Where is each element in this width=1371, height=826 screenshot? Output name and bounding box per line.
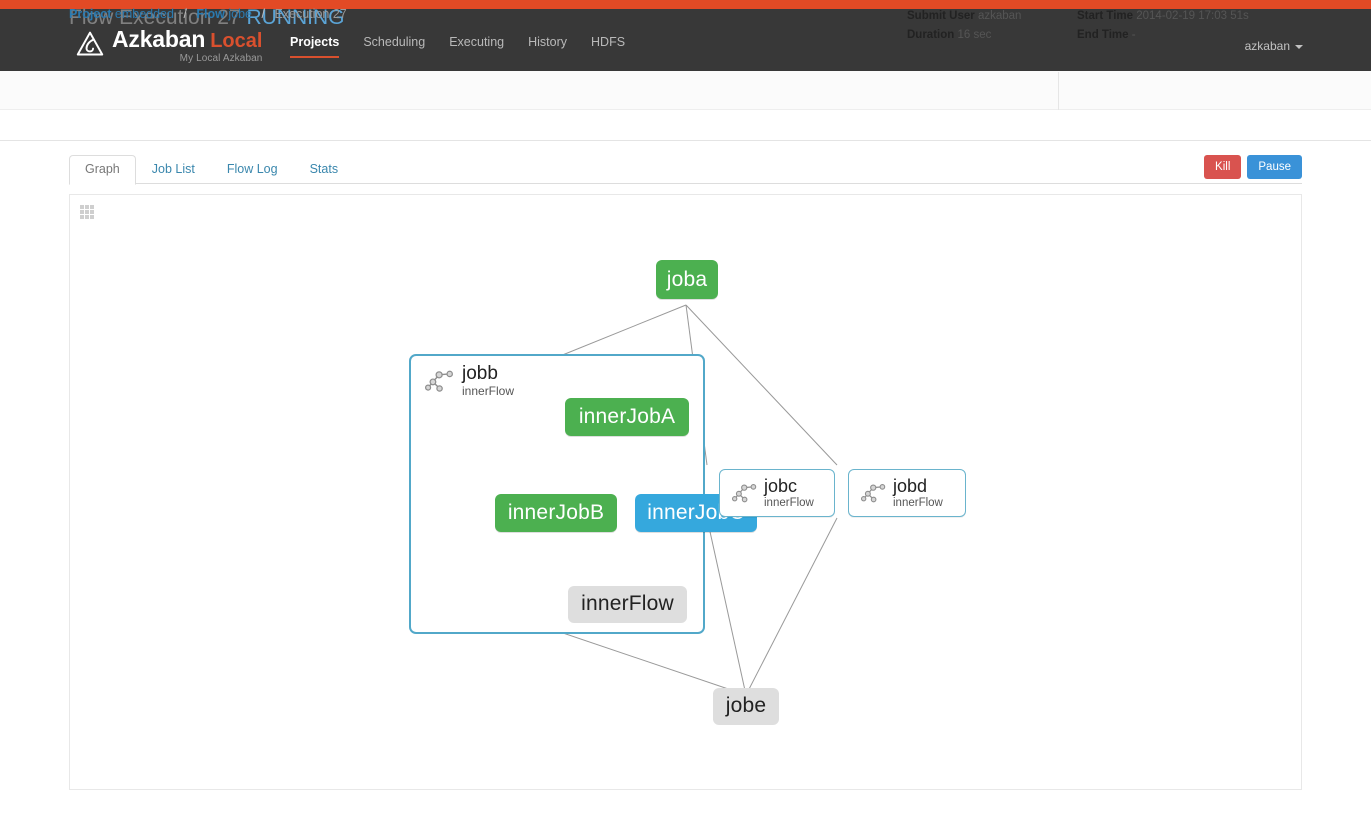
duration-label: Duration bbox=[907, 29, 955, 41]
nav-link-projects[interactable]: Projects bbox=[290, 35, 340, 58]
breadcrumb-separator-1: / bbox=[183, 7, 187, 21]
duration-row: Duration 16 sec bbox=[907, 26, 1021, 45]
graph-flow-jobc[interactable]: jobc innerFlow bbox=[719, 469, 835, 517]
graph-node-joba-label: joba bbox=[666, 267, 708, 291]
graph-panel: joba jobb innerFlow innerJobA innerJobB … bbox=[69, 194, 1302, 790]
pause-button[interactable]: Pause bbox=[1247, 155, 1302, 179]
breadcrumb-flow-label: Flow bbox=[196, 7, 225, 21]
end-time-value: - bbox=[1131, 29, 1136, 41]
nav-link-hdfs[interactable]: HDFS bbox=[591, 35, 625, 58]
tabs: Graph Job List Flow Log Stats bbox=[69, 155, 1302, 185]
graph-node-jobe-label: jobe bbox=[725, 694, 767, 717]
brand-tagline: My Local Azkaban bbox=[179, 53, 263, 64]
nav-link-scheduling[interactable]: Scheduling bbox=[363, 35, 425, 58]
graph-canvas[interactable]: joba jobb innerFlow innerJobA innerJobB … bbox=[70, 195, 1303, 791]
nav-link-history[interactable]: History bbox=[528, 35, 567, 58]
action-buttons: Kill Pause bbox=[1204, 155, 1302, 179]
user-menu-label: azkaban bbox=[1244, 39, 1290, 53]
submit-user-value: azkaban bbox=[977, 10, 1022, 22]
execution-meta-right: Start Time 2014-02-19 17:03 51s End Time… bbox=[1077, 7, 1249, 45]
nav-links: Projects Scheduling Executing History HD… bbox=[290, 35, 625, 58]
duration-value: 16 sec bbox=[957, 29, 992, 41]
flow-tree-icon bbox=[425, 370, 453, 392]
execution-header bbox=[0, 71, 1371, 110]
brand-local: Local bbox=[210, 30, 263, 52]
page-root: Azkaban Local My Local Azkaban Projects S… bbox=[0, 0, 1371, 826]
graph-flow-jobb-sublabel: innerFlow bbox=[462, 383, 515, 398]
tab-bar: Graph Job List Flow Log Stats bbox=[69, 155, 1302, 185]
end-time-row: End Time - bbox=[1077, 26, 1249, 45]
breadcrumb-flow-link[interactable]: Flow jobe bbox=[196, 7, 252, 21]
graph-node-innerJobA[interactable]: innerJobA bbox=[565, 398, 689, 436]
chevron-down-icon bbox=[1295, 44, 1303, 49]
flow-tree-icon bbox=[861, 484, 886, 503]
tab-job-list[interactable]: Job List bbox=[136, 155, 211, 185]
flow-tree-icon bbox=[732, 484, 757, 503]
azkaban-triangle-logo-icon bbox=[76, 31, 104, 56]
graph-flow-jobc-sublabel: innerFlow bbox=[764, 496, 814, 509]
tab-flow-log[interactable]: Flow Log bbox=[211, 155, 294, 185]
breadcrumb-project-label: Project bbox=[69, 7, 112, 21]
graph-node-innerJobA-label: innerJobA bbox=[578, 405, 676, 428]
nav-link-executing[interactable]: Executing bbox=[449, 35, 504, 58]
end-time-label: End Time bbox=[1077, 29, 1129, 41]
graph-node-joba[interactable]: joba bbox=[656, 260, 718, 299]
graph-flow-jobb[interactable]: jobb innerFlow innerJobA innerJobB inner… bbox=[409, 354, 757, 634]
graph-flow-jobb-name: jobb bbox=[462, 363, 498, 384]
start-time-row: Start Time 2014-02-19 17:03 51s bbox=[1077, 7, 1249, 26]
breadcrumb-flow-name: jobe bbox=[228, 7, 252, 21]
start-time-value: 2014-02-19 17:03 51s bbox=[1136, 10, 1249, 22]
graph-flow-jobd-name: jobd bbox=[893, 476, 928, 497]
graph-flow-jobb-header: jobb innerFlow bbox=[425, 364, 514, 398]
execution-meta-left: Submit User azkaban Duration 16 sec bbox=[907, 7, 1021, 45]
kill-button[interactable]: Kill bbox=[1204, 155, 1242, 179]
breadcrumb-current: Execution 27 bbox=[274, 7, 347, 21]
graph-node-innerFlow-label: innerFlow bbox=[581, 592, 674, 615]
graph-node-jobe[interactable]: jobe bbox=[713, 688, 779, 724]
tab-graph[interactable]: Graph bbox=[69, 155, 136, 185]
graph-flow-jobd-sublabel: innerFlow bbox=[893, 496, 943, 509]
graph-flow-jobd[interactable]: jobd innerFlow bbox=[848, 469, 966, 517]
graph-node-innerJobB-label: innerJobB bbox=[507, 501, 605, 524]
breadcrumb-project-name: embedded bbox=[114, 7, 174, 21]
breadcrumb-project-link[interactable]: Project embedded bbox=[69, 7, 174, 21]
graph-node-innerFlow[interactable]: innerFlow bbox=[568, 586, 687, 622]
submit-user-row: Submit User azkaban bbox=[907, 7, 1021, 26]
breadcrumb-bar bbox=[0, 110, 1371, 141]
graph-node-innerJobB[interactable]: innerJobB bbox=[495, 494, 617, 532]
tab-stats[interactable]: Stats bbox=[294, 155, 355, 185]
breadcrumb-separator-2: / bbox=[261, 7, 265, 21]
user-menu[interactable]: azkaban bbox=[1245, 39, 1303, 53]
start-time-label: Start Time bbox=[1077, 10, 1134, 22]
graph-flow-jobc-name: jobc bbox=[764, 476, 798, 497]
brand-logo-link[interactable]: Azkaban Local My Local Azkaban bbox=[76, 28, 262, 64]
breadcrumb: Project embedded / Flow jobe / Execution… bbox=[69, 7, 347, 21]
submit-user-label: Submit User bbox=[907, 10, 975, 22]
